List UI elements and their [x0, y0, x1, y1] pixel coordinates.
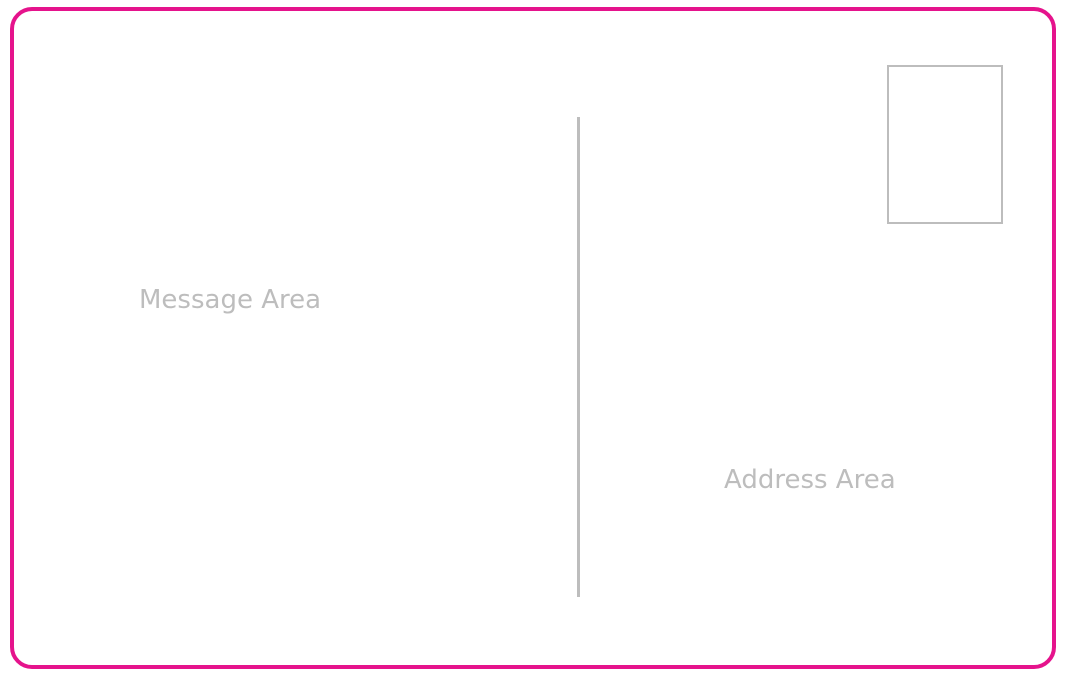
center-divider-line [577, 117, 580, 597]
address-area-label: Address Area [724, 465, 896, 495]
message-area-label: Message Area [139, 285, 322, 315]
stamp-placeholder-box [887, 65, 1003, 224]
